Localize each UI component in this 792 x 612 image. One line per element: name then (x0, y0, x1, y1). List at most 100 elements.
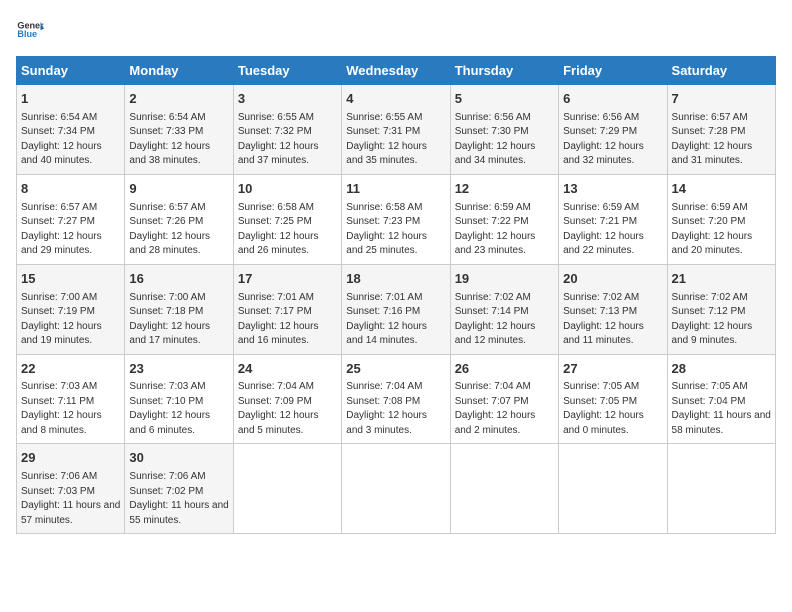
daylight-text: Daylight: 12 hours and 37 minutes. (238, 140, 337, 169)
sunset-text: Sunset: 7:28 PM (672, 125, 771, 140)
sunset-text: Sunset: 7:29 PM (563, 125, 662, 140)
day-number: 16 (129, 270, 228, 289)
sunrise-text: Sunrise: 7:04 AM (455, 380, 554, 395)
sunset-text: Sunset: 7:33 PM (129, 125, 228, 140)
daylight-text: Daylight: 12 hours and 22 minutes. (563, 230, 662, 259)
daylight-text: Daylight: 12 hours and 11 minutes. (563, 320, 662, 349)
calendar-cell: 4Sunrise: 6:55 AMSunset: 7:31 PMDaylight… (342, 85, 450, 175)
sunrise-text: Sunrise: 7:05 AM (563, 380, 662, 395)
sunset-text: Sunset: 7:14 PM (455, 305, 554, 320)
day-number: 21 (672, 270, 771, 289)
sunset-text: Sunset: 7:21 PM (563, 215, 662, 230)
sunrise-text: Sunrise: 6:56 AM (455, 111, 554, 126)
sunrise-text: Sunrise: 7:03 AM (129, 380, 228, 395)
day-number: 2 (129, 90, 228, 109)
sunrise-text: Sunrise: 6:55 AM (346, 111, 445, 126)
daylight-text: Daylight: 12 hours and 3 minutes. (346, 409, 445, 438)
col-header-sunday: Sunday (17, 57, 125, 85)
daylight-text: Daylight: 12 hours and 2 minutes. (455, 409, 554, 438)
sunrise-text: Sunrise: 7:01 AM (346, 291, 445, 306)
sunset-text: Sunset: 7:19 PM (21, 305, 120, 320)
sunset-text: Sunset: 7:02 PM (129, 485, 228, 500)
sunrise-text: Sunrise: 7:04 AM (238, 380, 337, 395)
calendar-cell (450, 444, 558, 534)
sunrise-text: Sunrise: 6:57 AM (129, 201, 228, 216)
calendar-cell: 6 Sunrise: 6:56 AMSunset: 7:29 PMDaylight… (559, 85, 667, 175)
calendar-cell: 30Sunrise: 7:06 AMSunset: 7:02 PMDayligh… (125, 444, 233, 534)
sunrise-text: Sunrise: 7:02 AM (455, 291, 554, 306)
sunrise-text: Sunrise: 6:59 AM (672, 201, 771, 216)
day-number: 7 (672, 90, 771, 109)
calendar-cell (233, 444, 341, 534)
calendar-cell: 23Sunrise: 7:03 AMSunset: 7:10 PMDayligh… (125, 354, 233, 444)
calendar-cell: 29Sunrise: 7:06 AMSunset: 7:03 PMDayligh… (17, 444, 125, 534)
daylight-text: Daylight: 12 hours and 5 minutes. (238, 409, 337, 438)
calendar-header-row: SundayMondayTuesdayWednesdayThursdayFrid… (17, 57, 776, 85)
day-number: 10 (238, 180, 337, 199)
sunrise-text: Sunrise: 7:02 AM (672, 291, 771, 306)
day-number: 30 (129, 449, 228, 468)
sunset-text: Sunset: 7:25 PM (238, 215, 337, 230)
day-number: 28 (672, 360, 771, 379)
svg-text:Blue: Blue (17, 29, 37, 39)
sunset-text: Sunset: 7:07 PM (455, 395, 554, 410)
daylight-text: Daylight: 12 hours and 6 minutes. (129, 409, 228, 438)
daylight-text: Daylight: 11 hours and 57 minutes. (21, 499, 120, 528)
calendar-cell: 17Sunrise: 7:01 AMSunset: 7:17 PMDayligh… (233, 264, 341, 354)
daylight-text: Daylight: 12 hours and 34 minutes. (455, 140, 554, 169)
sunset-text: Sunset: 7:09 PM (238, 395, 337, 410)
sunrise-text: Sunrise: 6:58 AM (238, 201, 337, 216)
day-number: 13 (563, 180, 662, 199)
calendar-cell: 8Sunrise: 6:57 AMSunset: 7:27 PMDaylight… (17, 174, 125, 264)
daylight-text: Daylight: 12 hours and 32 minutes. (563, 140, 662, 169)
sunset-text: Sunset: 7:18 PM (129, 305, 228, 320)
sunset-text: Sunset: 7:03 PM (21, 485, 120, 500)
col-header-thursday: Thursday (450, 57, 558, 85)
sunset-text: Sunset: 7:05 PM (563, 395, 662, 410)
day-number: 24 (238, 360, 337, 379)
calendar-cell: 11Sunrise: 6:58 AMSunset: 7:23 PMDayligh… (342, 174, 450, 264)
sunrise-text: Sunrise: 6:56 AM (563, 111, 662, 126)
day-number: 29 (21, 449, 120, 468)
sunset-text: Sunset: 7:27 PM (21, 215, 120, 230)
day-number: 18 (346, 270, 445, 289)
day-number: 1 (21, 90, 120, 109)
day-number: 14 (672, 180, 771, 199)
sunset-text: Sunset: 7:17 PM (238, 305, 337, 320)
sunrise-text: Sunrise: 7:03 AM (21, 380, 120, 395)
sunrise-text: Sunrise: 6:58 AM (346, 201, 445, 216)
sunrise-text: Sunrise: 6:57 AM (21, 201, 120, 216)
calendar-week-row: 29Sunrise: 7:06 AMSunset: 7:03 PMDayligh… (17, 444, 776, 534)
sunrise-text: Sunrise: 6:57 AM (672, 111, 771, 126)
daylight-text: Daylight: 12 hours and 14 minutes. (346, 320, 445, 349)
daylight-text: Daylight: 12 hours and 31 minutes. (672, 140, 771, 169)
day-number: 5 (455, 90, 554, 109)
calendar-week-row: 22Sunrise: 7:03 AMSunset: 7:11 PMDayligh… (17, 354, 776, 444)
calendar-cell: 19Sunrise: 7:02 AMSunset: 7:14 PMDayligh… (450, 264, 558, 354)
col-header-monday: Monday (125, 57, 233, 85)
daylight-text: Daylight: 12 hours and 17 minutes. (129, 320, 228, 349)
col-header-wednesday: Wednesday (342, 57, 450, 85)
calendar-cell: 10Sunrise: 6:58 AMSunset: 7:25 PMDayligh… (233, 174, 341, 264)
sunset-text: Sunset: 7:10 PM (129, 395, 228, 410)
col-header-tuesday: Tuesday (233, 57, 341, 85)
daylight-text: Daylight: 12 hours and 16 minutes. (238, 320, 337, 349)
day-number: 6 (563, 90, 662, 109)
day-number: 9 (129, 180, 228, 199)
day-number: 23 (129, 360, 228, 379)
daylight-text: Daylight: 12 hours and 8 minutes. (21, 409, 120, 438)
daylight-text: Daylight: 12 hours and 9 minutes. (672, 320, 771, 349)
day-number: 22 (21, 360, 120, 379)
header: General Blue (16, 16, 776, 44)
daylight-text: Daylight: 12 hours and 29 minutes. (21, 230, 120, 259)
sunset-text: Sunset: 7:34 PM (21, 125, 120, 140)
sunrise-text: Sunrise: 7:04 AM (346, 380, 445, 395)
calendar-cell: 25Sunrise: 7:04 AMSunset: 7:08 PMDayligh… (342, 354, 450, 444)
sunrise-text: Sunrise: 6:59 AM (563, 201, 662, 216)
sunset-text: Sunset: 7:20 PM (672, 215, 771, 230)
sunrise-text: Sunrise: 7:00 AM (129, 291, 228, 306)
daylight-text: Daylight: 11 hours and 58 minutes. (672, 409, 771, 438)
daylight-text: Daylight: 12 hours and 25 minutes. (346, 230, 445, 259)
day-number: 19 (455, 270, 554, 289)
calendar-table: SundayMondayTuesdayWednesdayThursdayFrid… (16, 56, 776, 534)
